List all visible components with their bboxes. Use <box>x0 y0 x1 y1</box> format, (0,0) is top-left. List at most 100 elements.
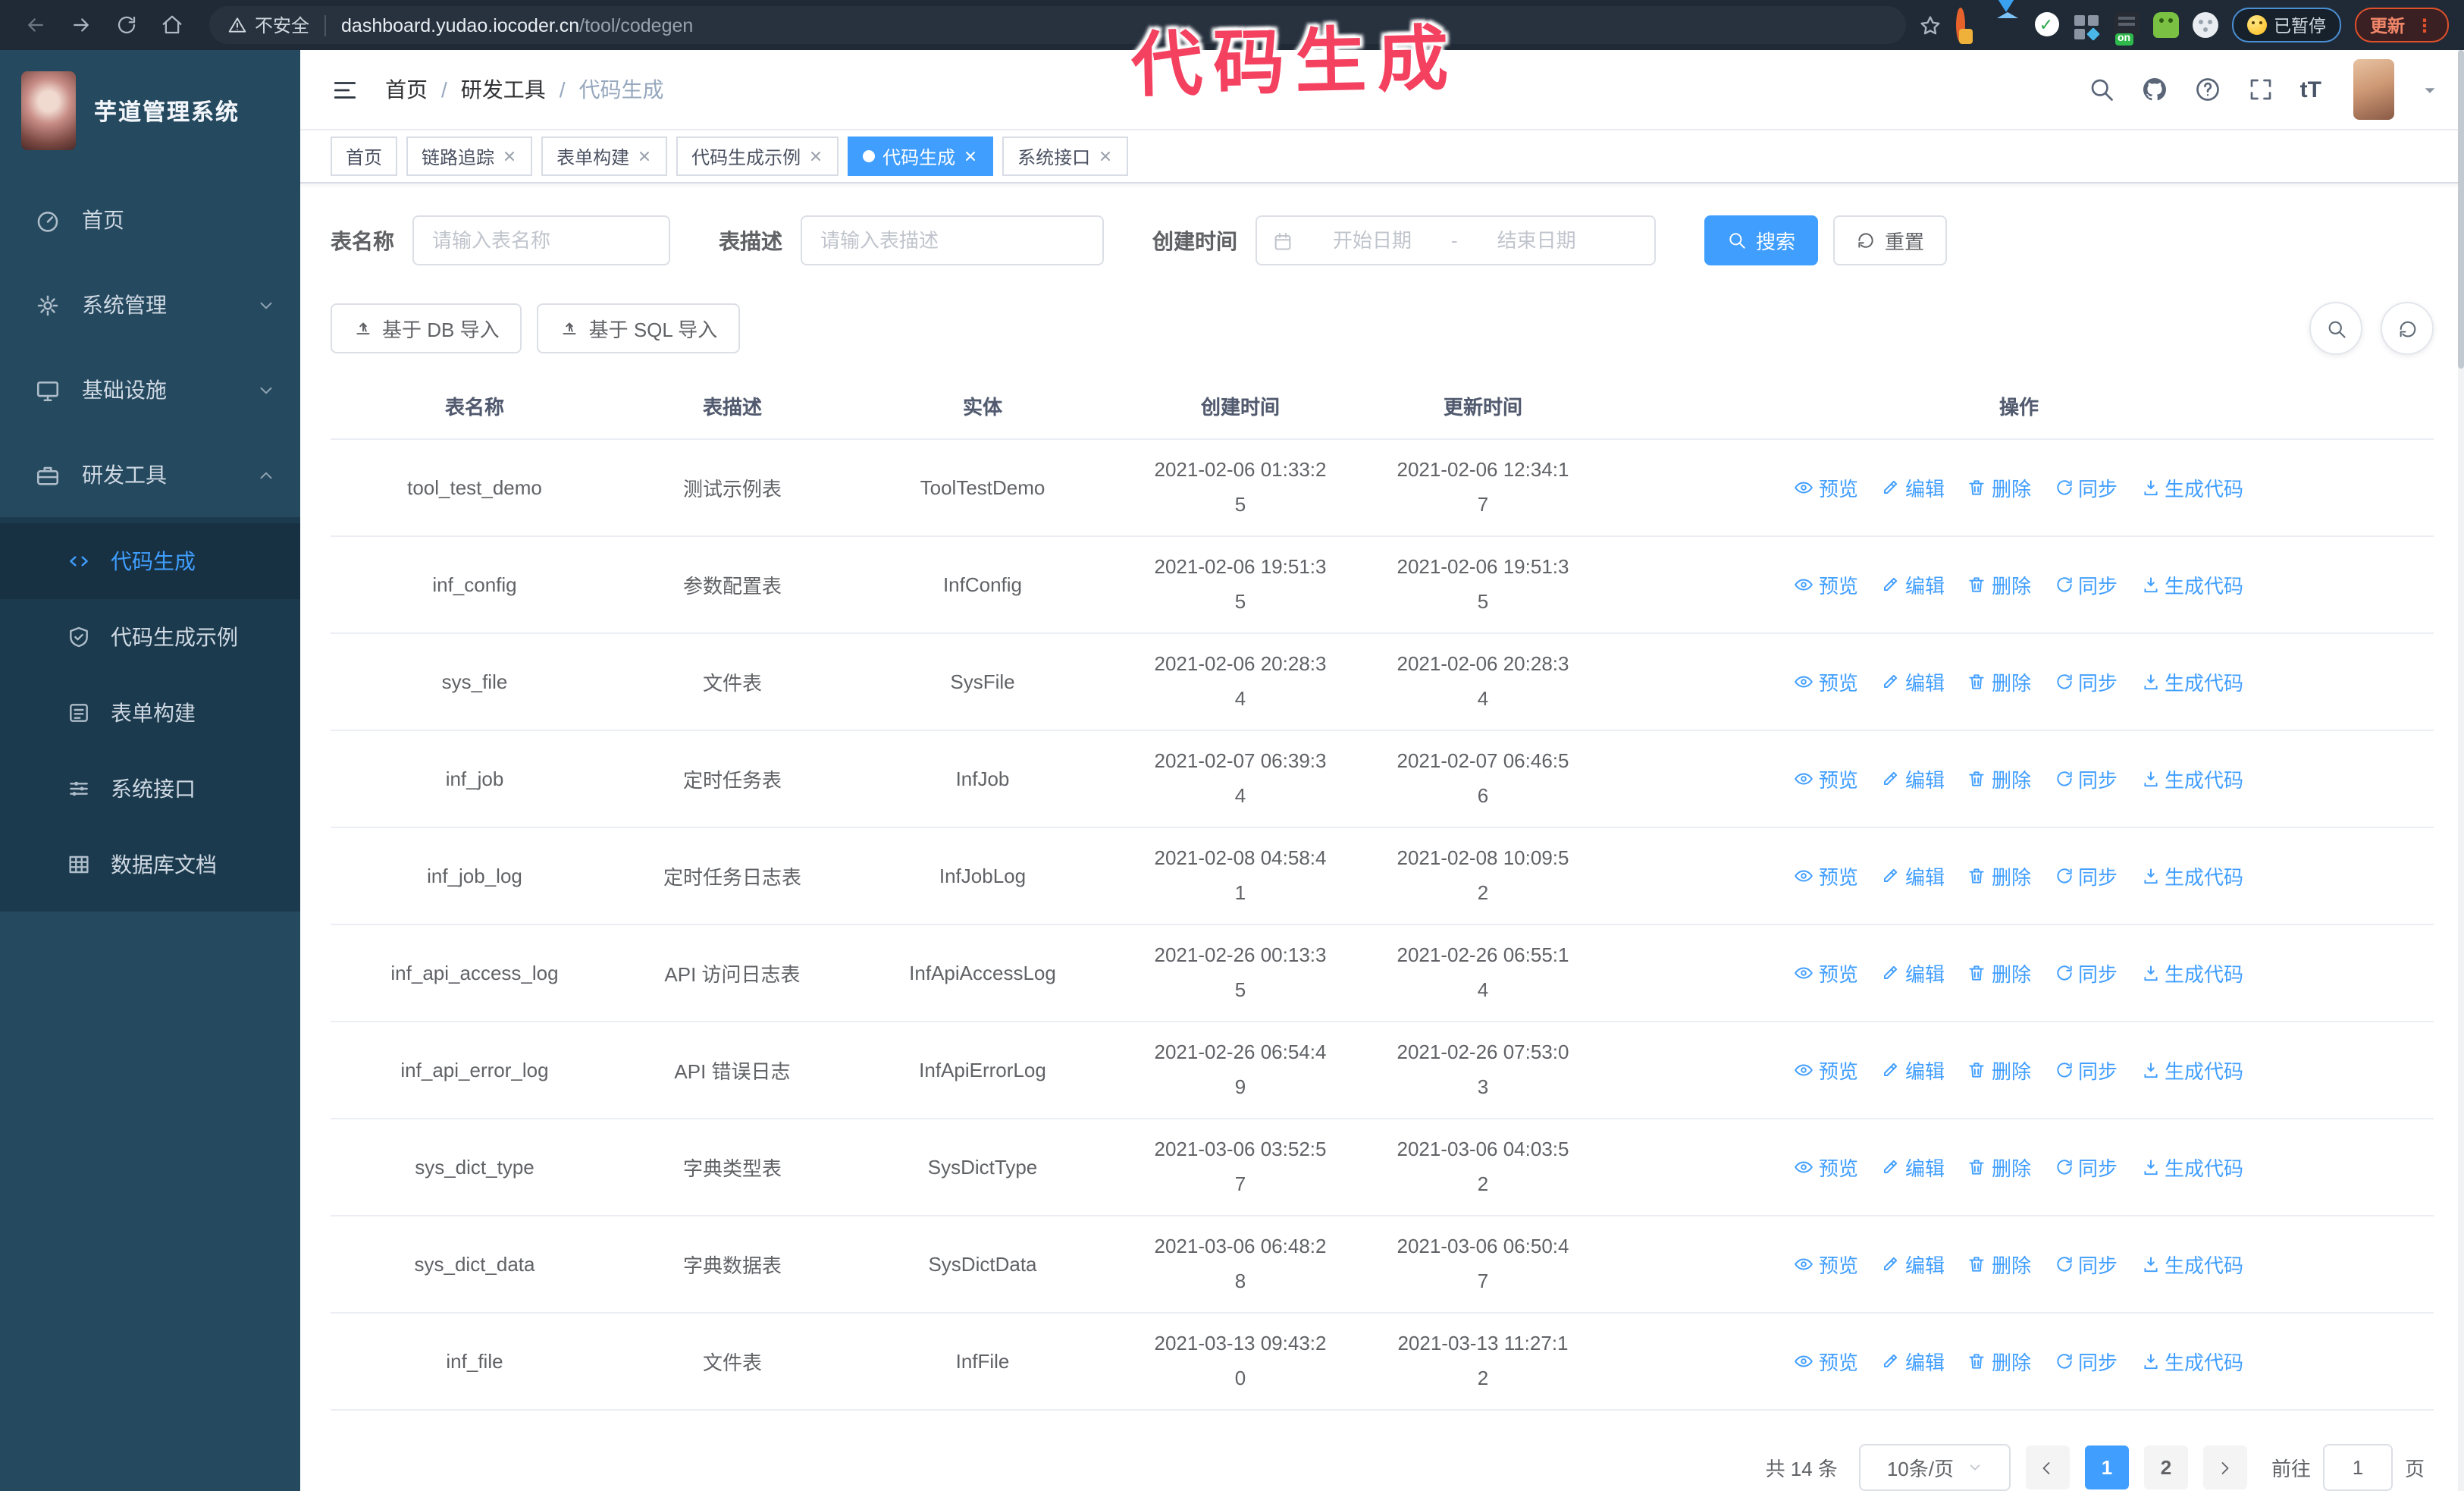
toggle-search-button[interactable] <box>2309 302 2362 355</box>
action-生成代码[interactable]: 生成代码 <box>2140 1250 2243 1279</box>
next-page-button[interactable] <box>2202 1445 2247 1489</box>
import-sql-button[interactable]: 基于 SQL 导入 <box>537 303 741 353</box>
action-预览[interactable]: 预览 <box>1795 1347 1858 1376</box>
search-button[interactable]: 搜索 <box>1704 215 1819 265</box>
action-删除[interactable]: 删除 <box>1967 473 2031 502</box>
action-生成代码[interactable]: 生成代码 <box>2140 1056 2243 1085</box>
avatar[interactable] <box>2353 59 2394 121</box>
search-icon[interactable] <box>2088 76 2115 103</box>
bookmark-star-icon[interactable] <box>1917 13 1942 37</box>
sidebar-item-研发工具[interactable]: 研发工具 <box>0 432 300 517</box>
action-编辑[interactable]: 编辑 <box>1881 473 1945 502</box>
home-button[interactable] <box>152 5 191 45</box>
tab-链路追踪[interactable]: 链路追踪 <box>406 137 533 176</box>
action-同步[interactable]: 同步 <box>2054 764 2118 793</box>
table-name-input[interactable] <box>412 215 670 265</box>
sidebar-subitem-表单构建[interactable]: 表单构建 <box>0 675 300 751</box>
prev-page-button[interactable] <box>2025 1445 2070 1489</box>
action-预览[interactable]: 预览 <box>1795 473 1858 502</box>
action-预览[interactable]: 预览 <box>1795 1056 1858 1085</box>
browser-menu-icon[interactable]: ⋮ <box>2415 16 2434 34</box>
action-预览[interactable]: 预览 <box>1795 1250 1858 1279</box>
close-icon[interactable] <box>963 149 978 164</box>
page-size-select[interactable]: 10条/页 <box>1858 1444 2011 1491</box>
font-size-icon[interactable]: tT <box>2300 77 2321 102</box>
action-同步[interactable]: 同步 <box>2054 570 2118 599</box>
action-生成代码[interactable]: 生成代码 <box>2140 667 2243 696</box>
breadcrumb-item[interactable]: 研发工具 <box>461 74 546 105</box>
close-icon[interactable] <box>502 149 517 164</box>
import-db-button[interactable]: 基于 DB 导入 <box>331 303 522 353</box>
action-删除[interactable]: 删除 <box>1967 570 2031 599</box>
action-预览[interactable]: 预览 <box>1795 959 1858 987</box>
close-icon[interactable] <box>808 149 823 164</box>
close-icon[interactable] <box>637 149 652 164</box>
blue-gem-extension-icon[interactable] <box>1995 0 2020 38</box>
action-删除[interactable]: 删除 <box>1967 1250 2031 1279</box>
address-bar[interactable]: 不安全 dashboard.yudao.iocoder.cn/tool/code… <box>209 6 1905 44</box>
action-同步[interactable]: 同步 <box>2054 959 2118 987</box>
date-range-picker[interactable]: - <box>1256 215 1656 265</box>
action-同步[interactable]: 同步 <box>2054 667 2118 696</box>
action-同步[interactable]: 同步 <box>2054 1347 2118 1376</box>
tab-系统接口[interactable]: 系统接口 <box>1002 137 1129 176</box>
action-删除[interactable]: 删除 <box>1967 959 2031 987</box>
sidebar-subitem-数据库文档[interactable]: 数据库文档 <box>0 827 300 902</box>
question-icon[interactable] <box>2194 76 2221 103</box>
tab-代码生成示例[interactable]: 代码生成示例 <box>676 137 839 176</box>
dark-on-extension-icon[interactable]: on <box>2113 12 2139 46</box>
action-删除[interactable]: 删除 <box>1967 764 2031 793</box>
logo-row[interactable]: 芋道管理系统 <box>0 50 300 168</box>
table-desc-input[interactable] <box>801 215 1104 265</box>
action-同步[interactable]: 同步 <box>2054 473 2118 502</box>
green-check-extension-icon[interactable]: ✓ <box>2034 12 2060 38</box>
action-生成代码[interactable]: 生成代码 <box>2140 764 2243 793</box>
page-button-1[interactable]: 1 <box>2084 1445 2129 1489</box>
action-同步[interactable]: 同步 <box>2054 1056 2118 1085</box>
action-删除[interactable]: 删除 <box>1967 1347 2031 1376</box>
tab-首页[interactable]: 首页 <box>331 137 398 176</box>
action-删除[interactable]: 删除 <box>1967 862 2031 890</box>
caret-down-icon[interactable] <box>2420 80 2440 99</box>
start-date-input[interactable] <box>1303 228 1442 253</box>
action-生成代码[interactable]: 生成代码 <box>2140 1153 2243 1182</box>
action-删除[interactable]: 删除 <box>1967 667 2031 696</box>
action-编辑[interactable]: 编辑 <box>1881 764 1945 793</box>
action-编辑[interactable]: 编辑 <box>1881 959 1945 987</box>
end-date-input[interactable] <box>1466 228 1607 253</box>
action-预览[interactable]: 预览 <box>1795 862 1858 890</box>
tab-表单构建[interactable]: 表单构建 <box>541 137 668 176</box>
action-生成代码[interactable]: 生成代码 <box>2140 473 2243 502</box>
github-icon[interactable] <box>2141 76 2168 103</box>
sidebar-item-首页[interactable]: 首页 <box>0 177 300 262</box>
fullscreen-icon[interactable] <box>2247 76 2274 103</box>
action-编辑[interactable]: 编辑 <box>1881 1153 1945 1182</box>
sidebar-item-基础设施[interactable]: 基础设施 <box>0 347 300 432</box>
action-同步[interactable]: 同步 <box>2054 862 2118 890</box>
grid-extension-icon[interactable] <box>2074 12 2099 41</box>
action-同步[interactable]: 同步 <box>2054 1250 2118 1279</box>
orange-ring-extension-icon[interactable] <box>1955 8 1981 44</box>
sidebar-subitem-代码生成示例[interactable]: 代码生成示例 <box>0 599 300 675</box>
goto-page-input[interactable] <box>2322 1444 2393 1491</box>
page-button-2[interactable]: 2 <box>2143 1445 2188 1489</box>
action-删除[interactable]: 删除 <box>1967 1153 2031 1182</box>
close-icon[interactable] <box>1098 149 1113 164</box>
action-预览[interactable]: 预览 <box>1795 570 1858 599</box>
refresh-table-button[interactable] <box>2381 302 2434 355</box>
forward-button[interactable] <box>61 5 100 45</box>
action-编辑[interactable]: 编辑 <box>1881 1056 1945 1085</box>
action-生成代码[interactable]: 生成代码 <box>2140 862 2243 890</box>
page-scrollbar[interactable] <box>2458 50 2464 1491</box>
action-编辑[interactable]: 编辑 <box>1881 1250 1945 1279</box>
action-预览[interactable]: 预览 <box>1795 764 1858 793</box>
action-编辑[interactable]: 编辑 <box>1881 1347 1945 1376</box>
white-paw-extension-icon[interactable] <box>2192 12 2218 38</box>
breadcrumb-item[interactable]: 首页 <box>385 74 428 105</box>
reset-button[interactable]: 重置 <box>1833 215 1948 265</box>
back-button[interactable] <box>15 5 55 45</box>
action-删除[interactable]: 删除 <box>1967 1056 2031 1085</box>
action-预览[interactable]: 预览 <box>1795 1153 1858 1182</box>
green-bot-extension-icon[interactable] <box>2152 12 2178 38</box>
tab-代码生成[interactable]: 代码生成 <box>848 137 994 176</box>
